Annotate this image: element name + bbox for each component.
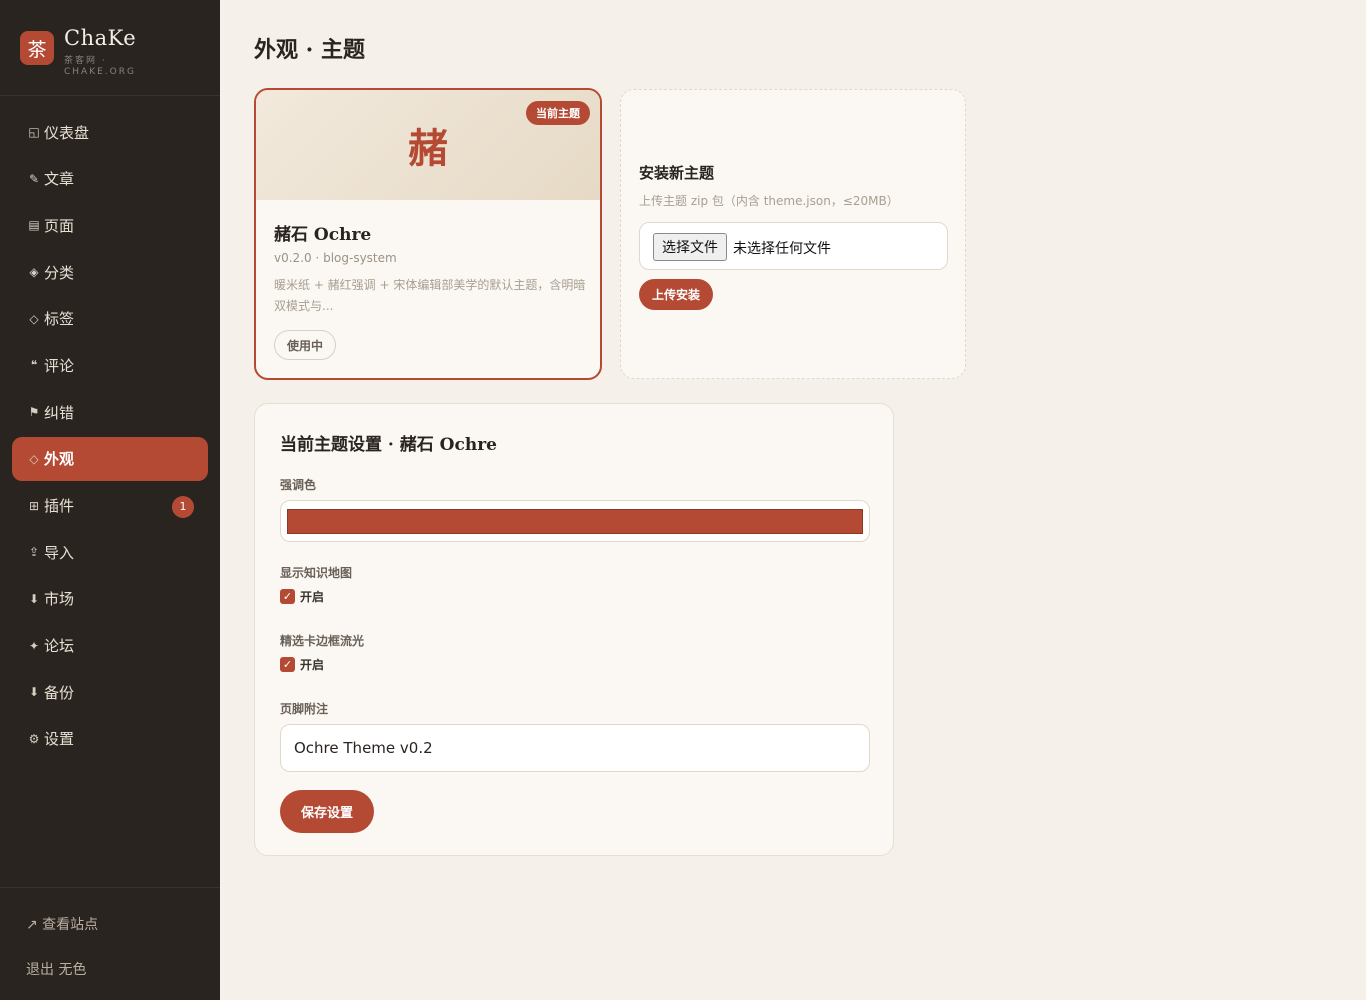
upload-install-button[interactable]: 上传安装	[639, 279, 714, 310]
nav-icon: ◇	[29, 451, 39, 466]
theme-description: 暖米纸 + 赭红强调 + 宋体编辑部美学的默认主题，含明暗双模式与...	[274, 278, 586, 313]
nav-icon: ▤	[28, 218, 40, 233]
footer-note-label: 页脚附注	[280, 702, 329, 716]
sidebar-item-7[interactable]: ◇ 外观	[12, 436, 208, 481]
theme-settings-card: 当前主题设置 · 赭石 Ochre 强调色 显示知识地图 ✓ 开启 精选卡边框流…	[254, 403, 894, 856]
logout-link[interactable]: 退出 无色	[26, 959, 86, 979]
sidebar: 茶 ChaKe 茶客网 · CHAKE.ORG ◱ 仪表盘 ✎ 文章 ▤ 页面 ◈ 分类 ◇ 标签…	[0, 0, 220, 1000]
nav-icon: ✎	[28, 171, 40, 186]
sidebar-item-10[interactable]: ⬇ 市场	[12, 577, 208, 621]
accent-color-swatch[interactable]	[287, 509, 863, 534]
sidebar-item-6[interactable]: ⚑ 纠错	[12, 390, 208, 434]
nav-icon: ❝	[30, 358, 38, 373]
brand-logo: 茶	[20, 31, 54, 65]
sidebar-nav: ◱ 仪表盘 ✎ 文章 ▤ 页面 ◈ 分类 ◇ 标签 ❝ 评论 ⚑ 纠错 ◇ 外观 ⊞ 插件 1 ⇪ 导入 ⬇ 市场 ✦ 论坛 ⬇ 备…	[12, 110, 208, 764]
view-site-link[interactable]: ↗ 查看站点	[26, 914, 98, 934]
nav-icon: ⊞	[28, 498, 40, 513]
sidebar-item-label: 外观	[44, 450, 75, 469]
knowledge-map-toggle[interactable]: ✓ 开启	[280, 588, 324, 605]
border-glow-option: 开启	[300, 658, 325, 672]
sidebar-item-label: 备份	[44, 683, 75, 702]
knowledge-map-checkbox[interactable]: ✓	[280, 589, 295, 604]
accent-color-picker[interactable]	[280, 500, 870, 542]
sidebar-item-label: 论坛	[44, 637, 75, 656]
theme-preview-glyph: 赭	[408, 125, 448, 172]
nav-icon: ⇪	[28, 545, 40, 560]
sidebar-item-12[interactable]: ⬇ 备份	[12, 670, 208, 714]
sidebar-item-label: 纠错	[44, 403, 75, 422]
sidebar-item-3[interactable]: ◈ 分类	[12, 250, 208, 294]
sidebar-item-5[interactable]: ❝ 评论	[12, 343, 208, 387]
border-glow-label: 精选卡边框流光	[280, 634, 365, 648]
current-theme-badge: 当前主题	[526, 101, 590, 125]
sidebar-item-label: 文章	[44, 170, 75, 189]
current-theme-card[interactable]: 赭 当前主题 赭石 Ochre v0.2.0 · blog-system 暖米纸…	[254, 88, 602, 380]
nav-icon: ✦	[28, 638, 40, 653]
brand: 茶 ChaKe 茶客网 · CHAKE.ORG	[0, 0, 220, 96]
sidebar-item-label: 市场	[44, 590, 75, 609]
nav-icon: ◱	[28, 125, 40, 139]
theme-meta: v0.2.0 · blog-system	[274, 251, 397, 265]
install-hint: 上传主题 zip 包（内含 theme.json，≤20MB）	[639, 194, 899, 208]
knowledge-map-option: 开启	[300, 590, 325, 604]
file-input[interactable]: 选择文件 未选择任何文件	[639, 222, 948, 270]
nav-icon: ◇	[29, 311, 39, 326]
sidebar-item-label: 插件	[44, 497, 75, 515]
theme-name: 赭石 Ochre	[274, 225, 372, 245]
sidebar-item-label: 评论	[44, 356, 75, 375]
sidebar-item-8[interactable]: ⊞ 插件 1	[12, 484, 208, 528]
brand-subtitle: 茶客网 · CHAKE.ORG	[64, 56, 136, 77]
footer-note-input[interactable]: Ochre Theme v0.2	[280, 724, 870, 772]
save-settings-button[interactable]: 保存设置	[280, 790, 375, 833]
in-use-button[interactable]: 使用中	[274, 330, 337, 360]
sidebar-item-label: 设置	[44, 730, 75, 749]
nav-icon: ⚙	[28, 731, 40, 746]
nav-icon: ⬇	[28, 591, 40, 606]
nav-icon: ⚑	[28, 405, 40, 420]
file-status: 未选择任何文件	[733, 241, 831, 257]
sidebar-item-13[interactable]: ⚙ 设置	[12, 717, 208, 761]
sidebar-item-label: 导入	[44, 543, 75, 562]
sidebar-item-0[interactable]: ◱ 仪表盘	[12, 110, 208, 154]
brand-name: ChaKe	[64, 26, 137, 50]
border-glow-toggle[interactable]: ✓ 开启	[280, 656, 324, 673]
sidebar-item-label: 仪表盘	[44, 123, 90, 142]
sidebar-item-1[interactable]: ✎ 文章	[12, 157, 208, 201]
nav-icon: ⬇	[28, 685, 40, 700]
choose-file-button[interactable]: 选择文件	[653, 233, 727, 261]
plugin-count-badge: 1	[172, 495, 194, 518]
accent-color-label: 强调色	[280, 478, 317, 492]
sidebar-item-label: 分类	[44, 263, 75, 282]
sidebar-item-9[interactable]: ⇪ 导入	[12, 530, 208, 574]
install-theme-card: 安装新主题 上传主题 zip 包（内含 theme.json，≤20MB） 选择…	[620, 89, 966, 379]
sidebar-item-label: 页面	[44, 216, 75, 235]
install-title: 安装新主题	[639, 164, 715, 182]
sidebar-item-label: 标签	[44, 310, 75, 329]
sidebar-item-11[interactable]: ✦ 论坛	[12, 624, 208, 668]
sidebar-item-2[interactable]: ▤ 页面	[12, 203, 208, 247]
sidebar-item-4[interactable]: ◇ 标签	[12, 297, 208, 341]
knowledge-map-label: 显示知识地图	[280, 566, 353, 580]
settings-title: 当前主题设置 · 赭石 Ochre	[280, 435, 497, 455]
border-glow-checkbox[interactable]: ✓	[280, 657, 295, 672]
sidebar-footer: ↗ 查看站点 退出 无色	[0, 887, 220, 978]
page-title: 外观 · 主题	[254, 37, 365, 63]
nav-icon: ◈	[29, 265, 39, 280]
